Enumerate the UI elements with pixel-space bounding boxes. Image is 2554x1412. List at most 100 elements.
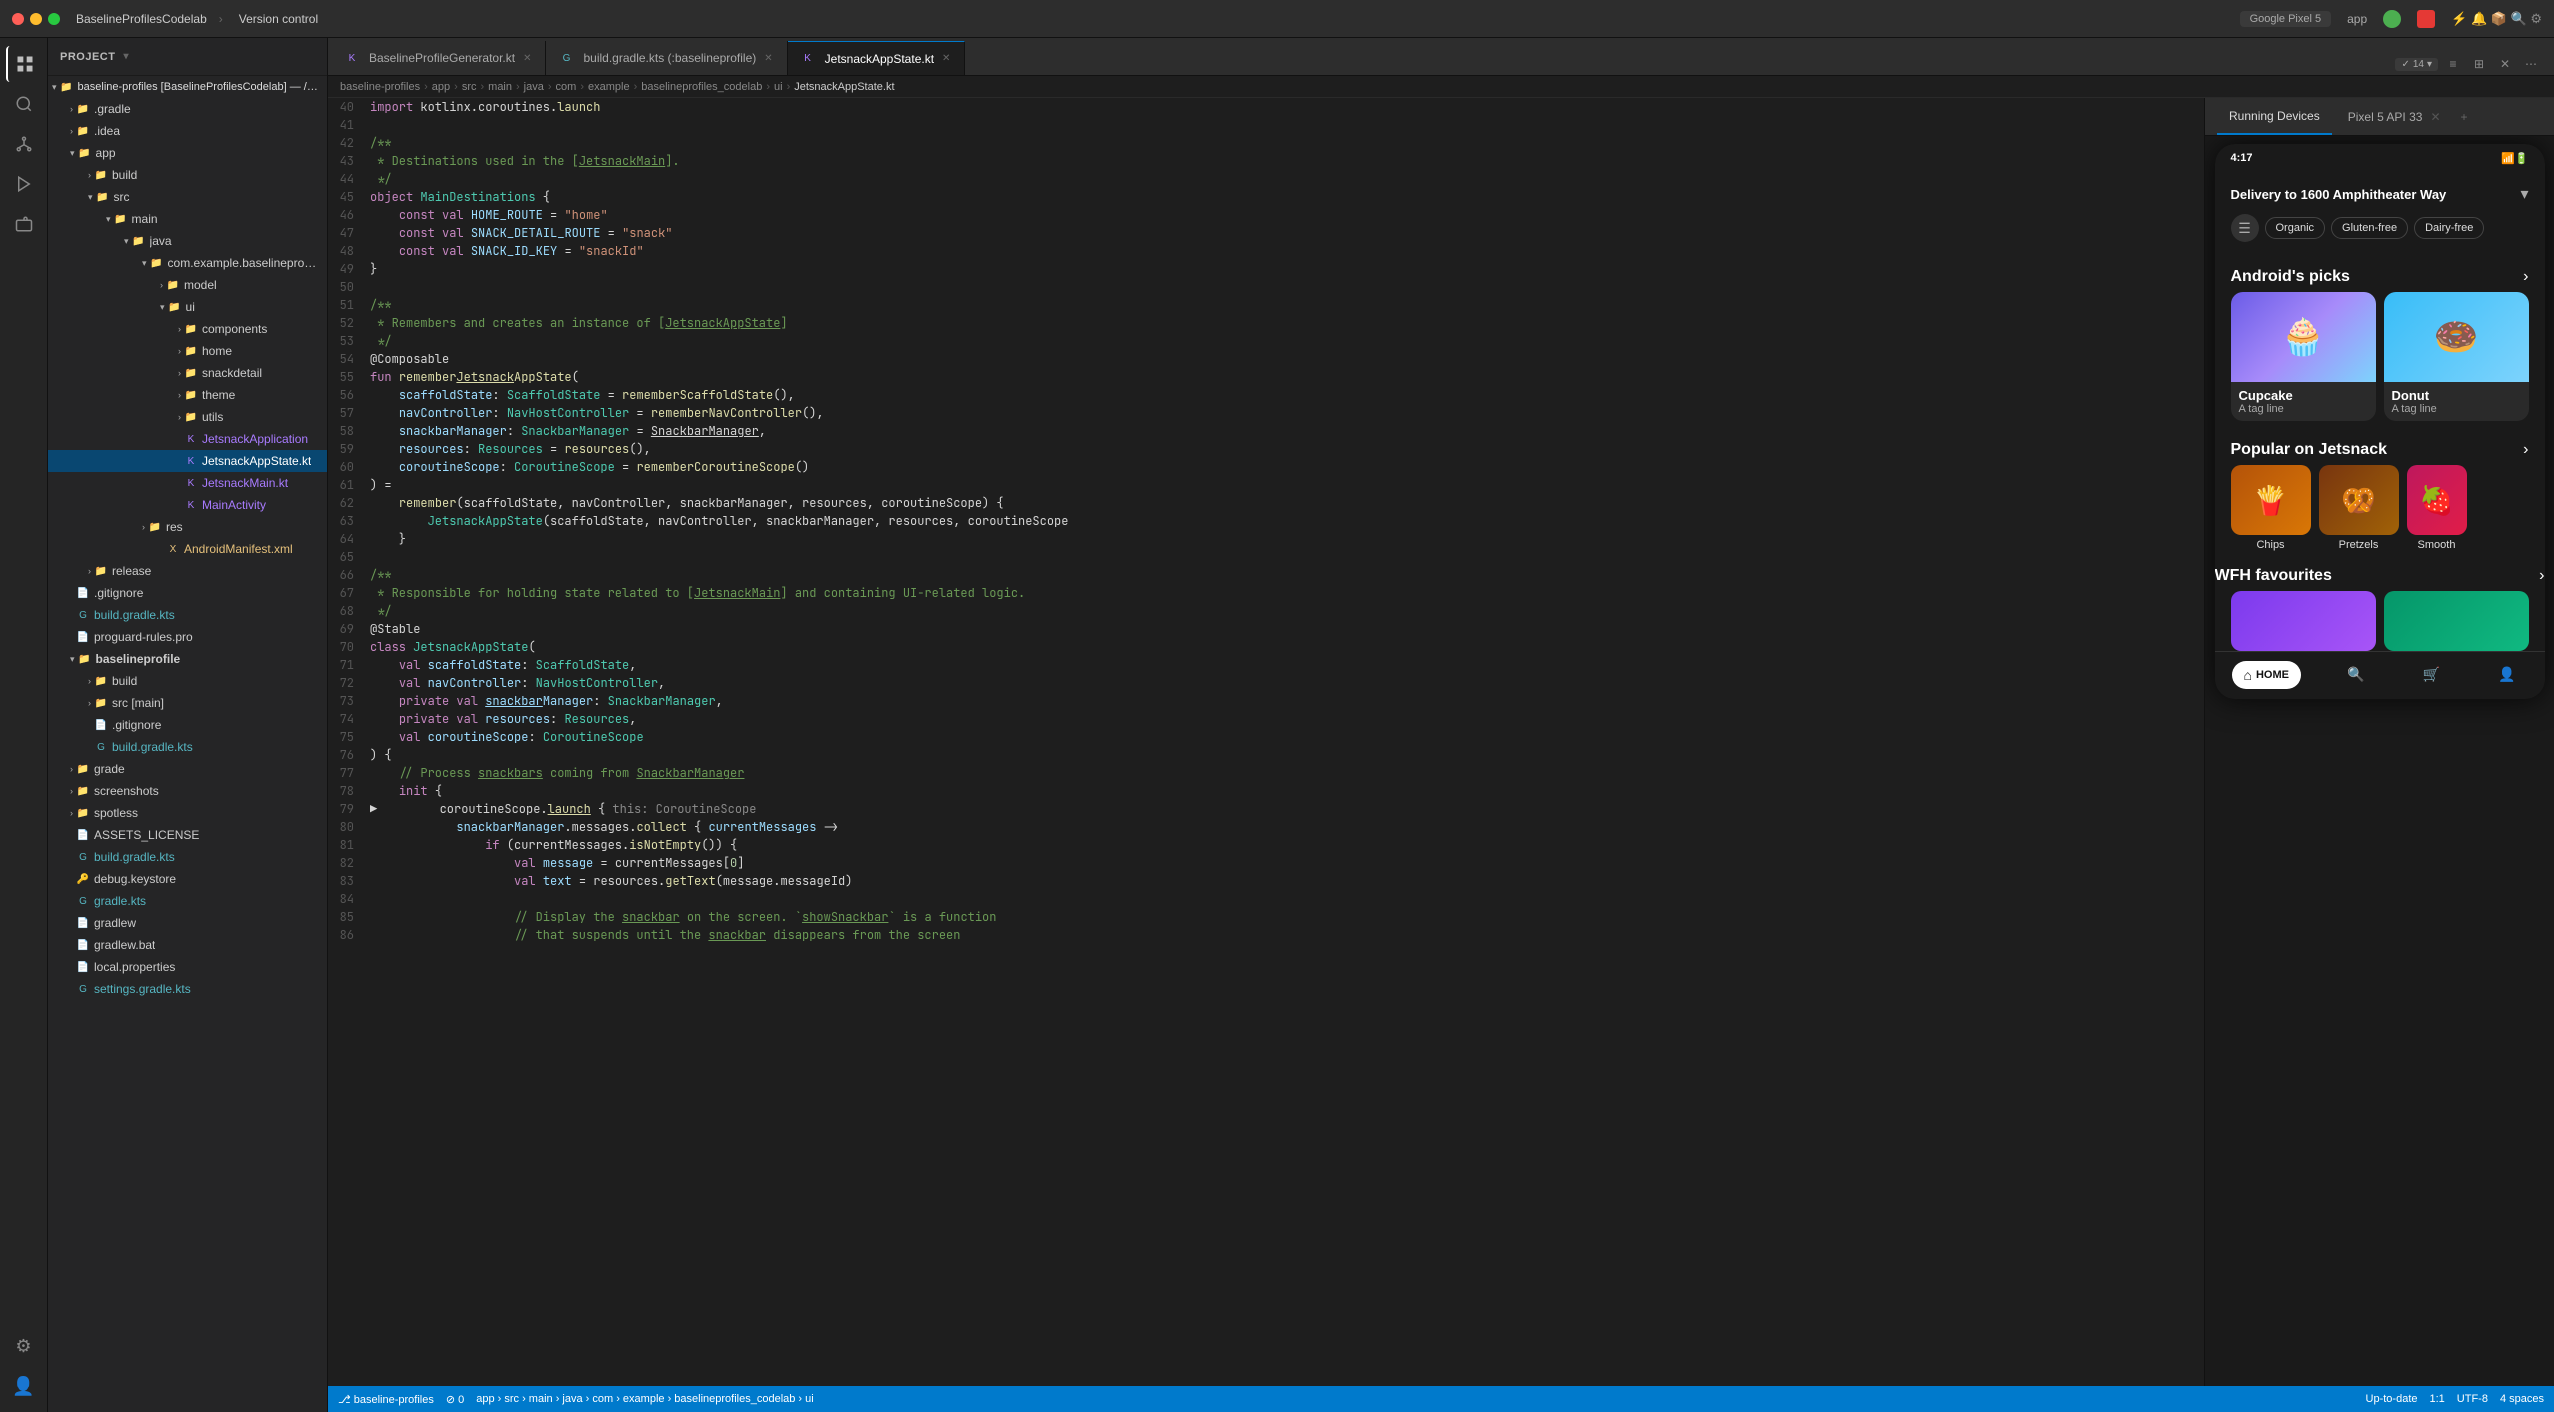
tree-item[interactable]: › 📄 ASSETS_LICENSE (48, 824, 327, 846)
chips-card[interactable]: 🍟 Chips (2231, 465, 2311, 551)
tab-close-button[interactable]: ✕ (521, 52, 533, 65)
tree-item[interactable]: › 📄 .gitignore (48, 714, 327, 736)
filter-icon[interactable]: ☰ (2231, 214, 2259, 242)
tree-item[interactable]: › 📁 build (48, 164, 327, 186)
tree-item[interactable]: ▾ 📁 src (48, 186, 327, 208)
tab-build-gradle[interactable]: G build.gradle.kts (:baselineprofile) ✕ (546, 41, 787, 75)
maximize-button[interactable] (48, 13, 60, 25)
tree-item[interactable]: › 📁 grade (48, 758, 327, 780)
tree-item[interactable]: › 📁 .idea (48, 120, 327, 142)
tree-item[interactable]: ▾ 📁 com.example.baselineprofiles_codel (48, 252, 327, 274)
tree-item-jetsnack-appstate[interactable]: › K JetsnackAppState.kt (48, 450, 327, 472)
tree-item[interactable]: › 📄 gradlew (48, 912, 327, 934)
activity-account[interactable]: 👤 (6, 1368, 42, 1404)
smoothie-card[interactable]: 🍓 Smooth (2407, 465, 2467, 551)
donut-card[interactable]: 🍩 Donut A tag line (2384, 292, 2529, 421)
tree-item[interactable]: › X AndroidManifest.xml (48, 538, 327, 560)
nav-profile[interactable]: 👤 (2486, 660, 2527, 689)
tree-item[interactable]: › G build.gradle.kts (48, 604, 327, 626)
breadcrumb-item[interactable]: baseline-profiles (340, 81, 420, 93)
tree-item[interactable]: › 📄 proguard-rules.pro (48, 626, 327, 648)
nav-cart[interactable]: 🛒 (2411, 660, 2452, 689)
tree-item[interactable]: ▾ 📁 java (48, 230, 327, 252)
tree-item[interactable]: › 📄 local.properties (48, 956, 327, 978)
tree-item[interactable]: › G build.gradle.kts (48, 846, 327, 868)
expand-icon[interactable]: ▾ (2520, 184, 2528, 204)
chip-gluten-free[interactable]: Gluten-free (2331, 217, 2408, 239)
breadcrumb-item[interactable]: main (488, 81, 512, 93)
tree-item[interactable]: › 🔑 debug.keystore (48, 868, 327, 890)
breadcrumb-item[interactable]: example (588, 81, 630, 93)
tree-item[interactable]: › G settings.gradle.kts (48, 978, 327, 1000)
sidebar-dropdown[interactable]: ▾ (123, 51, 129, 62)
tree-item[interactable]: › 📄 .gitignore (48, 582, 327, 604)
wfh-card-purple[interactable] (2231, 591, 2376, 651)
tree-item[interactable]: › G build.gradle.kts (48, 736, 327, 758)
add-tab-button[interactable]: + (2461, 110, 2468, 124)
tree-item[interactable]: › G gradle.kts (48, 890, 327, 912)
tree-item[interactable]: › 📁 utils (48, 406, 327, 428)
chip-dairy-free[interactable]: Dairy-free (2414, 217, 2484, 239)
spaces[interactable]: 4 spaces (2500, 1393, 2544, 1405)
breadcrumb-item[interactable]: src (462, 81, 477, 93)
tree-item[interactable]: ▾ 📁 main (48, 208, 327, 230)
close-all-button[interactable]: ✕ (2494, 53, 2516, 75)
tree-item[interactable]: › 📄 gradlew.bat (48, 934, 327, 956)
activity-source-control[interactable] (6, 126, 42, 162)
wfh-arrow[interactable]: › (2539, 567, 2544, 585)
tree-item[interactable]: › 📁 components (48, 318, 327, 340)
activity-settings[interactable]: ⚙ (6, 1328, 42, 1364)
pixel-tab[interactable]: Pixel 5 API 33 ✕ (2340, 98, 2449, 135)
nav-search[interactable]: 🔍 (2335, 660, 2376, 689)
activity-explorer[interactable] (6, 46, 42, 82)
window-controls[interactable] (12, 13, 60, 25)
tab-close-button[interactable]: ✕ (762, 52, 774, 65)
line-col[interactable]: 1:1 (2430, 1393, 2445, 1405)
tree-item-release[interactable]: › 📁 release (48, 560, 327, 582)
tab-baseline-profile-generator[interactable]: K BaselineProfileGenerator.kt ✕ (332, 41, 546, 75)
list-view-button[interactable]: ≡ (2442, 53, 2464, 75)
tab-close-button[interactable]: ✕ (940, 52, 952, 65)
cupcake-card[interactable]: 🧁 Cupcake A tag line (2231, 292, 2376, 421)
tree-item[interactable]: › K JetsnackApplication (48, 428, 327, 450)
close-button[interactable] (12, 13, 24, 25)
minimize-button[interactable] (30, 13, 42, 25)
activity-extensions[interactable] (6, 206, 42, 242)
version-control[interactable]: Version control (239, 12, 318, 26)
androids-picks-arrow[interactable]: › (2523, 268, 2528, 286)
file-tree[interactable]: ▾ 📁 baseline-profiles [BaselineProfilesC… (48, 76, 327, 1412)
tree-item[interactable]: › 📁 .gradle (48, 98, 327, 120)
breadcrumb-item[interactable]: baselineprofiles_codelab (641, 81, 762, 93)
tree-item[interactable]: › K JetsnackMain.kt (48, 472, 327, 494)
tree-item-baselineprofile[interactable]: ▾ 📁 baselineprofile (48, 648, 327, 670)
wfh-card-green[interactable] (2384, 591, 2529, 651)
tree-item[interactable]: › 📁 build (48, 670, 327, 692)
code-editor[interactable]: 40 import kotlinx.coroutines.launch 41 4… (328, 98, 2204, 1386)
stop-button[interactable] (2417, 10, 2435, 28)
tree-item[interactable]: › K MainActivity (48, 494, 327, 516)
tree-item-spotless[interactable]: › 📁 spotless (48, 802, 327, 824)
tree-item[interactable]: › 📁 model (48, 274, 327, 296)
breadcrumb-item[interactable]: java (524, 81, 544, 93)
chip-organic[interactable]: Organic (2265, 217, 2326, 239)
tree-item[interactable]: › 📁 snackdetail (48, 362, 327, 384)
split-view-button[interactable]: ⊞ (2468, 53, 2490, 75)
close-icon[interactable]: ✕ (2430, 110, 2440, 124)
tree-item[interactable]: › 📁 src [main] (48, 692, 327, 714)
activity-run[interactable] (6, 166, 42, 202)
breadcrumb-item[interactable]: app (432, 81, 450, 93)
tree-item-theme[interactable]: › 📁 theme (48, 384, 327, 406)
activity-search[interactable] (6, 86, 42, 122)
tree-item-app[interactable]: ▾ 📁 app (48, 142, 327, 164)
breadcrumb-item[interactable]: com (556, 81, 577, 93)
encoding[interactable]: UTF-8 (2457, 1393, 2488, 1405)
popular-arrow[interactable]: › (2523, 441, 2528, 459)
tree-root[interactable]: ▾ 📁 baseline-profiles [BaselineProfilesC… (48, 76, 327, 98)
tree-item[interactable]: › 📁 screenshots (48, 780, 327, 802)
nav-home[interactable]: ⌂ HOME (2232, 661, 2301, 689)
tab-jetsnack-appstate[interactable]: K JetsnackAppState.kt ✕ (788, 41, 966, 75)
run-button[interactable] (2383, 10, 2401, 28)
more-actions-button[interactable]: ⋯ (2520, 53, 2542, 75)
tree-item[interactable]: › 📁 home (48, 340, 327, 362)
breadcrumb-item[interactable]: ui (774, 81, 783, 93)
